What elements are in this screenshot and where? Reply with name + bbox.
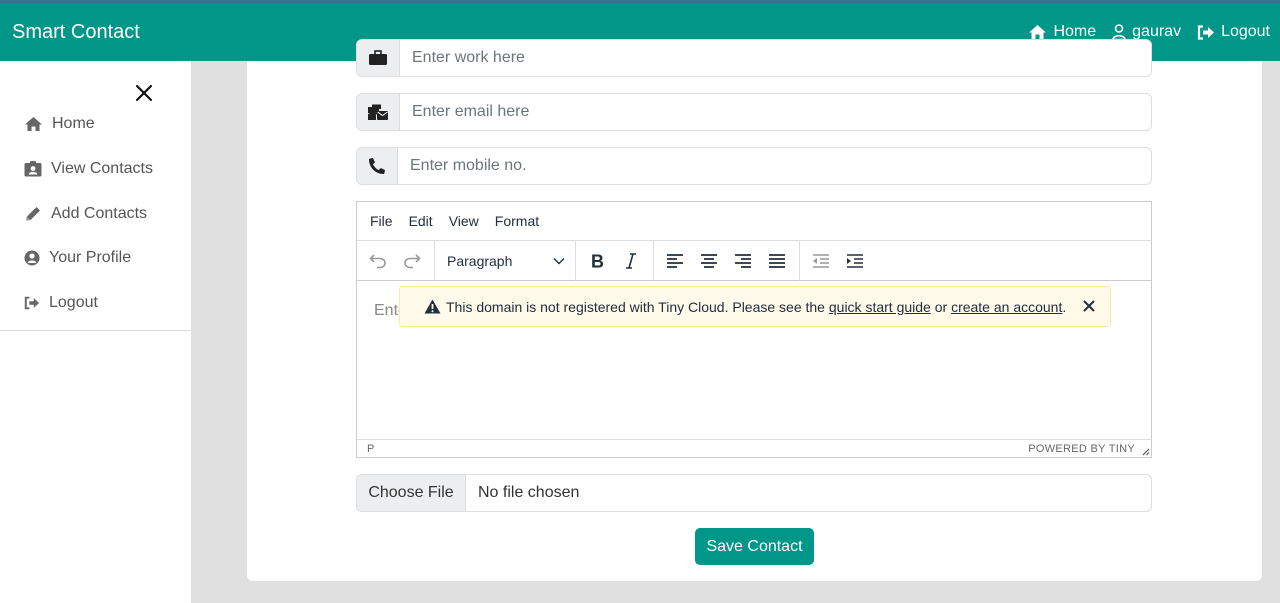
mobile-input-group (356, 147, 1152, 185)
editor-toolbar: Paragraph B (357, 240, 1151, 281)
pencil-icon (26, 207, 40, 221)
tiny-cloud-notice: This domain is not registered with Tiny … (399, 286, 1111, 327)
mobile-addon (357, 148, 398, 184)
redo-icon (404, 253, 421, 268)
file-input-group: Choose File No file chosen (356, 474, 1152, 512)
notice-text: This domain is not registered with Tiny … (446, 298, 829, 315)
sidebar-item-home[interactable]: Home (24, 115, 95, 133)
powered-by-tiny[interactable]: POWERED BY TINY (1028, 443, 1135, 455)
work-input-group (356, 39, 1152, 77)
save-contact-button[interactable]: Save Contact (695, 528, 814, 565)
sidebar: Home View Contacts Add Contacts Your Pro… (0, 61, 191, 603)
block-format-label: Paragraph (447, 252, 513, 269)
user-circle-icon (24, 250, 40, 266)
quick-start-guide-link[interactable]: quick start guide (829, 299, 931, 315)
outdent-icon (813, 253, 829, 268)
menu-file[interactable]: File (370, 213, 393, 229)
sign-out-icon (24, 296, 40, 310)
user-icon (1112, 24, 1126, 40)
sidebar-item-label: View Contacts (51, 160, 153, 177)
element-path[interactable]: P (367, 443, 374, 455)
bold-button[interactable]: B (580, 245, 614, 277)
mobile-input[interactable] (398, 148, 1151, 184)
bold-icon: B (591, 253, 604, 269)
sign-out-icon (1197, 24, 1215, 40)
align-center-icon (701, 253, 717, 268)
align-left-icon (667, 253, 683, 268)
undo-button[interactable] (361, 245, 395, 277)
create-account-link[interactable]: create an account (951, 299, 1062, 315)
sidebar-item-label: Your Profile (49, 249, 132, 266)
resize-handle-icon[interactable] (1140, 446, 1150, 456)
email-input-group (356, 93, 1152, 131)
notice-text: or (930, 298, 952, 315)
nav-logout-label: Logout (1221, 23, 1270, 40)
close-sidebar-icon[interactable] (134, 83, 154, 103)
svg-text:B: B (591, 253, 604, 269)
sidebar-item-add-contacts[interactable]: Add Contacts (24, 205, 147, 223)
menu-edit[interactable]: Edit (409, 213, 433, 229)
home-icon (25, 117, 42, 131)
sidebar-item-view-contacts[interactable]: View Contacts (24, 160, 153, 178)
home-icon (1029, 25, 1047, 39)
indent-button[interactable] (838, 245, 872, 277)
phone-icon (369, 158, 385, 174)
align-center-button[interactable] (692, 245, 726, 277)
notice-text: . (1062, 298, 1067, 315)
mail-bulk-icon (368, 104, 388, 120)
email-addon (357, 94, 400, 130)
rich-text-editor: File Edit View Format Paragraph B Enter … (356, 201, 1152, 458)
toolbar-separator (653, 240, 654, 281)
sidebar-item-label: Add Contacts (51, 205, 148, 222)
close-icon[interactable] (1082, 299, 1096, 313)
notice-message: This domain is not registered with Tiny … (446, 299, 1066, 315)
italic-icon (626, 252, 636, 269)
toolbar-separator (799, 240, 800, 281)
align-right-icon (735, 253, 751, 268)
briefcase-icon (369, 50, 387, 65)
brand-title[interactable]: Smart Contact (12, 21, 140, 44)
warning-icon (424, 299, 441, 314)
sidebar-item-label: Logout (49, 294, 98, 311)
menu-format[interactable]: Format (495, 213, 539, 229)
work-input[interactable] (400, 40, 1151, 76)
undo-icon (369, 253, 386, 268)
file-status: No file chosen (478, 484, 580, 501)
outdent-button[interactable] (804, 245, 838, 277)
toolbar-separator (575, 240, 576, 281)
block-format-select[interactable]: Paragraph (435, 245, 575, 277)
editor-menubar: File Edit View Format (357, 202, 1151, 241)
choose-file-button[interactable]: Choose File (357, 475, 466, 511)
sidebar-divider (0, 330, 191, 331)
italic-button[interactable] (614, 245, 648, 277)
align-left-button[interactable] (658, 245, 692, 277)
email-input[interactable] (400, 94, 1151, 130)
indent-icon (847, 253, 863, 268)
chevron-down-icon (553, 257, 565, 264)
work-addon (357, 40, 400, 76)
editor-statusbar: P POWERED BY TINY (357, 439, 1151, 457)
id-badge-icon (24, 161, 42, 177)
sidebar-item-label: Home (52, 115, 95, 132)
align-right-button[interactable] (726, 245, 760, 277)
redo-button[interactable] (395, 245, 429, 277)
sidebar-item-logout[interactable]: Logout (24, 294, 98, 312)
nav-logout-link[interactable]: Logout (1197, 23, 1270, 41)
align-justify-icon (769, 253, 785, 268)
sidebar-item-your-profile[interactable]: Your Profile (24, 249, 131, 267)
menu-view[interactable]: View (449, 213, 479, 229)
align-justify-button[interactable] (760, 245, 794, 277)
